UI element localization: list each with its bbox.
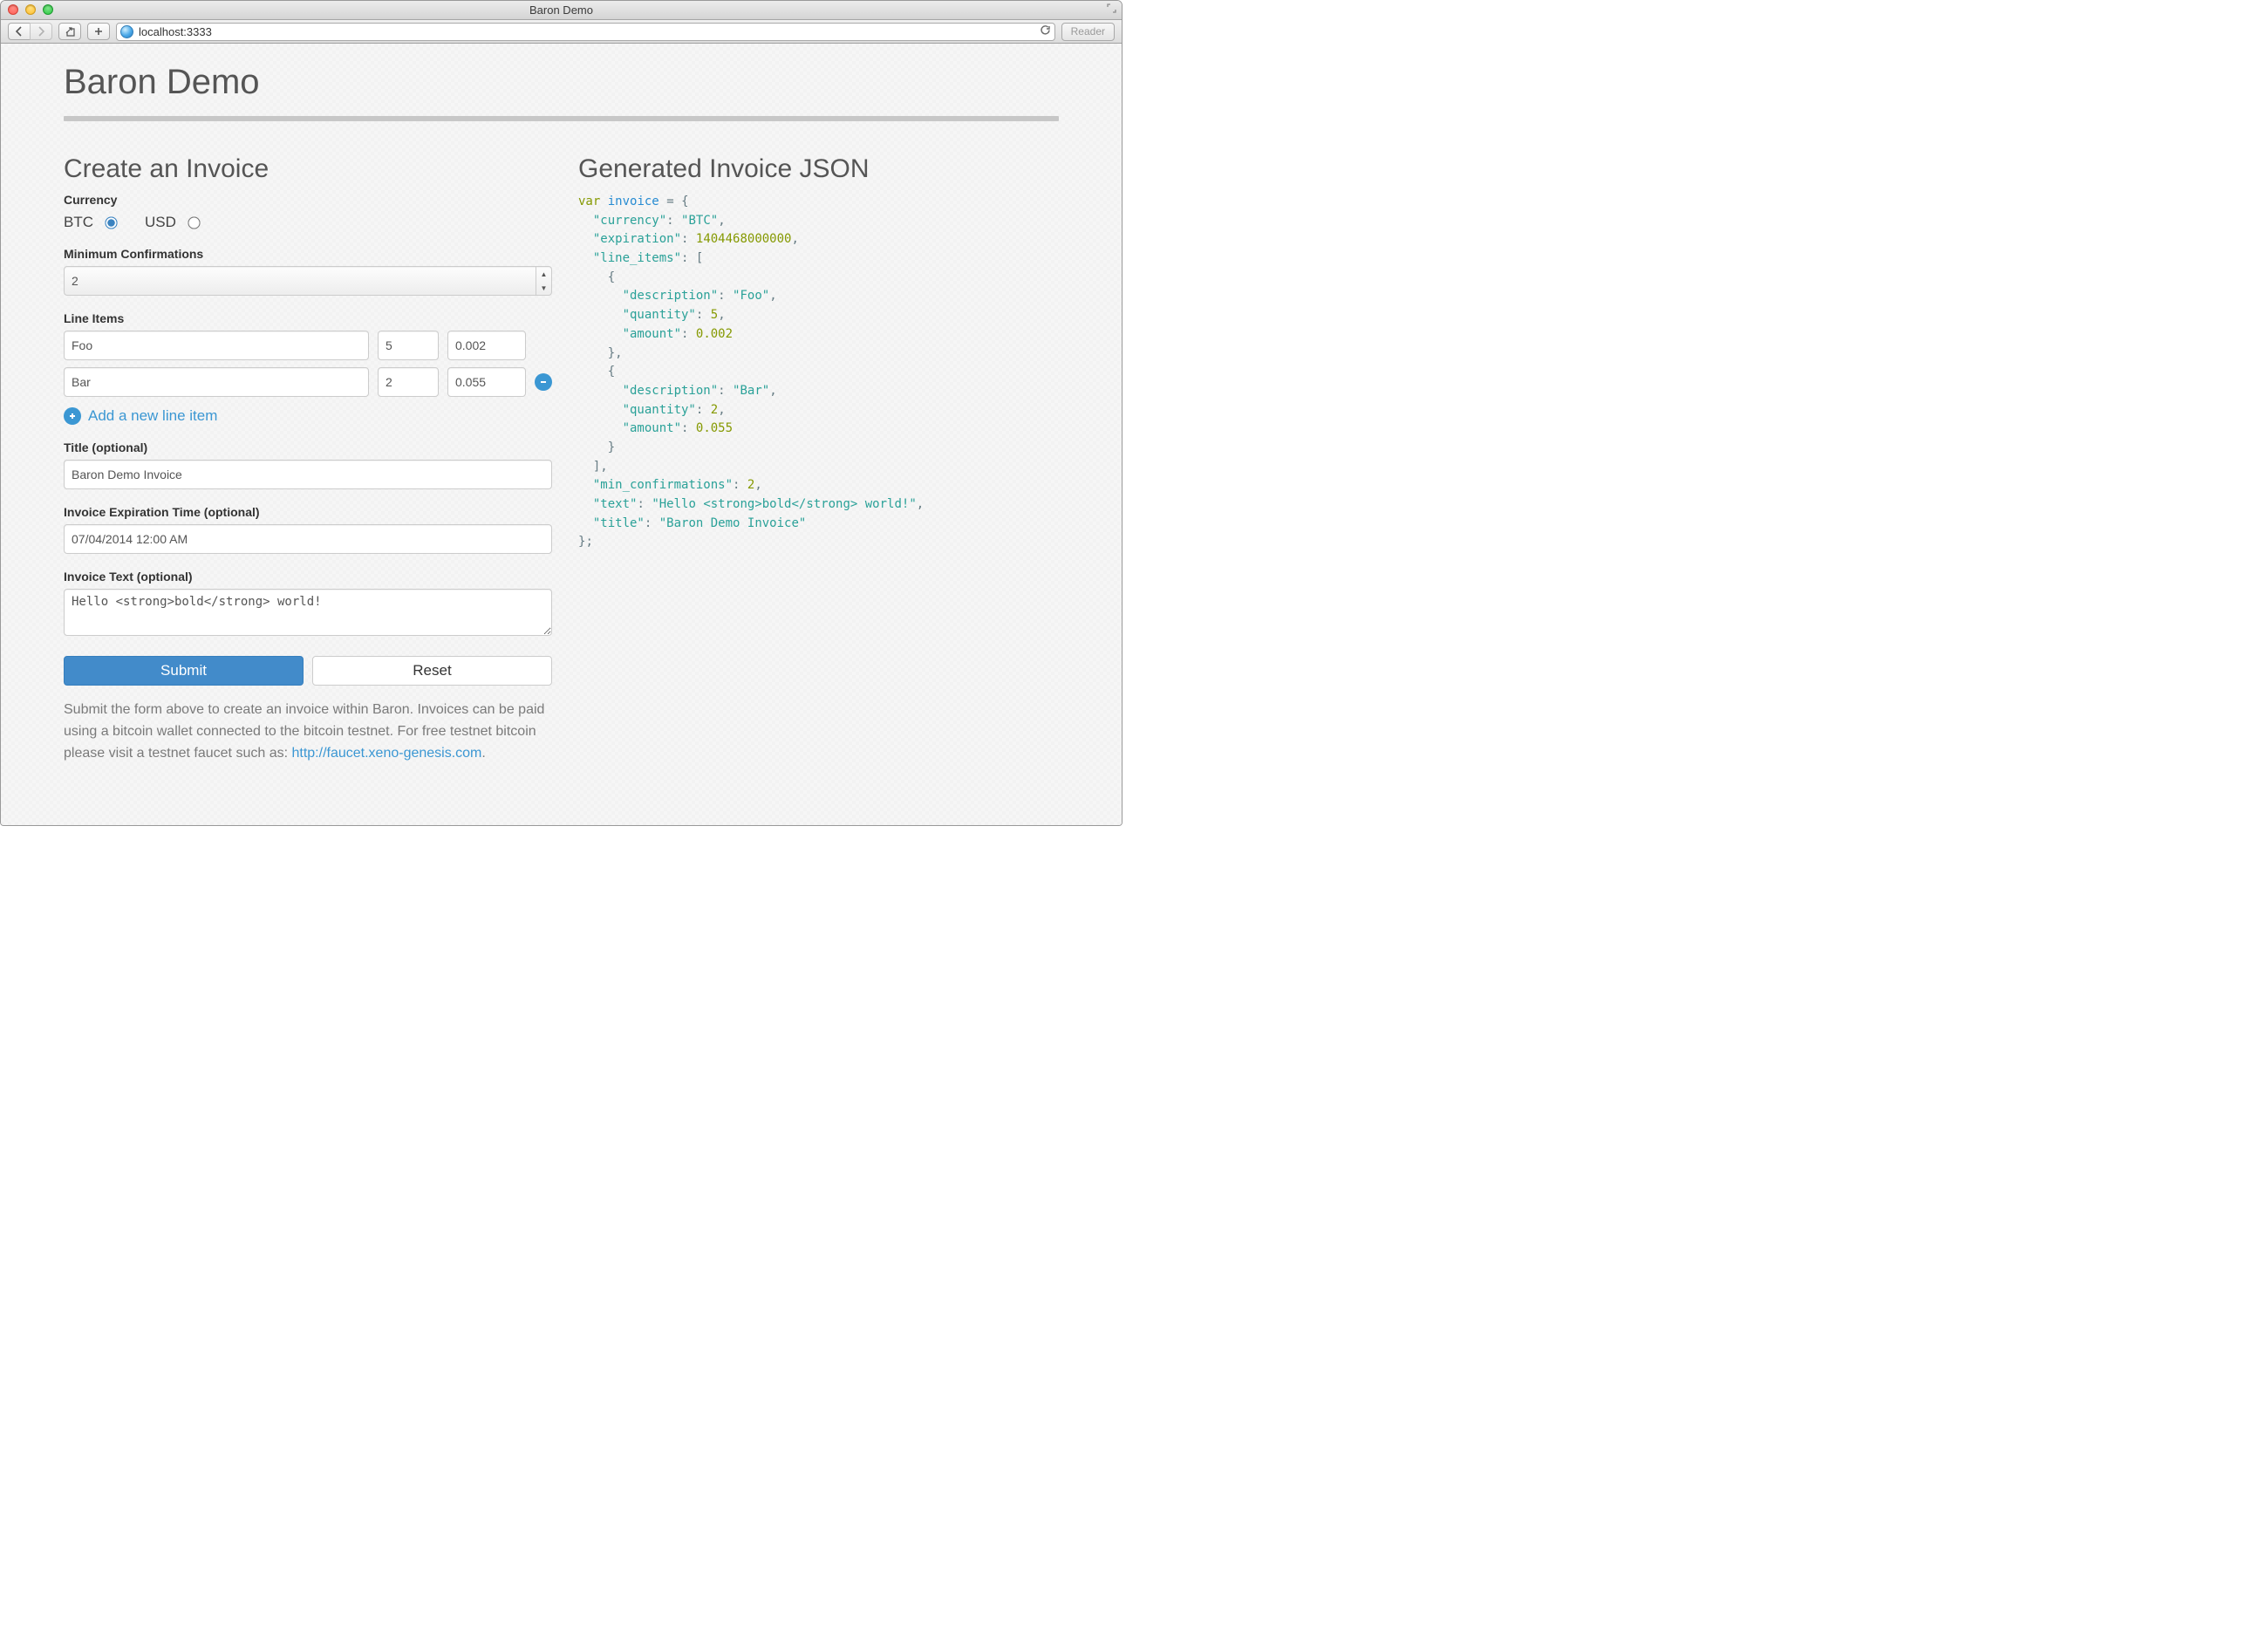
- traffic-lights: [8, 4, 53, 15]
- browser-window: Baron Demo localhost:3333 Reader: [0, 0, 1122, 826]
- select-stepper-icon: ▲▼: [536, 267, 551, 295]
- reader-button[interactable]: Reader: [1061, 23, 1115, 41]
- expand-icon[interactable]: [1107, 3, 1116, 16]
- create-invoice-panel: Create an Invoice Currency BTC USD Minim…: [64, 154, 552, 764]
- toolbar: localhost:3333 Reader: [1, 20, 1122, 44]
- plus-icon: [64, 407, 81, 425]
- add-line-item-link[interactable]: Add a new line item: [64, 407, 217, 425]
- line-item-description-input[interactable]: [64, 331, 369, 360]
- faucet-link[interactable]: http://faucet.xeno-genesis.com: [291, 746, 481, 761]
- currency-option-usd-label: USD: [145, 214, 176, 231]
- reload-button[interactable]: [1040, 24, 1051, 38]
- currency-group: Currency BTC USD: [64, 193, 552, 231]
- close-window-button[interactable]: [8, 4, 18, 15]
- json-output: var invoice = { "currency": "BTC", "expi…: [578, 193, 1059, 552]
- expiration-label: Invoice Expiration Time (optional): [64, 505, 552, 519]
- page: Baron Demo Create an Invoice Currency BT…: [1, 44, 1122, 799]
- min-confirmations-group: Minimum Confirmations 2 ▲▼: [64, 247, 552, 296]
- currency-option-btc-label: BTC: [64, 214, 93, 231]
- back-button[interactable]: [8, 23, 30, 40]
- expiration-group: Invoice Expiration Time (optional): [64, 505, 552, 554]
- help-text: Submit the form above to create an invoi…: [64, 700, 552, 764]
- min-confirmations-label: Minimum Confirmations: [64, 247, 552, 261]
- line-item-amount-input[interactable]: [447, 331, 526, 360]
- line-item-amount-input[interactable]: [447, 367, 526, 397]
- title-input[interactable]: [64, 460, 552, 489]
- nav-buttons: [8, 23, 52, 40]
- share-button[interactable]: [58, 23, 81, 40]
- expiration-input[interactable]: [64, 524, 552, 554]
- zoom-window-button[interactable]: [43, 4, 53, 15]
- divider: [64, 116, 1059, 121]
- remove-line-item-button[interactable]: [535, 373, 552, 391]
- min-confirmations-select[interactable]: 2: [64, 266, 552, 296]
- invoice-text-group: Invoice Text (optional) Hello <strong>bo…: [64, 570, 552, 640]
- reset-button[interactable]: Reset: [312, 656, 552, 686]
- line-items-group: Line Items: [64, 311, 552, 425]
- currency-radio-usd[interactable]: [188, 216, 200, 229]
- address-bar[interactable]: localhost:3333: [116, 23, 1055, 41]
- url-text: localhost:3333: [139, 25, 212, 38]
- line-items-label: Line Items: [64, 311, 552, 325]
- create-invoice-heading: Create an Invoice: [64, 154, 552, 184]
- line-item-row: [64, 331, 552, 360]
- title-bar: Baron Demo: [1, 1, 1122, 20]
- line-item-quantity-input[interactable]: [378, 367, 439, 397]
- minimize-window-button[interactable]: [25, 4, 36, 15]
- page-title: Baron Demo: [64, 63, 1059, 102]
- generated-json-panel: Generated Invoice JSON var invoice = { "…: [578, 154, 1059, 764]
- site-icon: [120, 25, 133, 38]
- line-item-row: [64, 367, 552, 397]
- viewport[interactable]: Baron Demo Create an Invoice Currency BT…: [1, 44, 1122, 825]
- forward-button[interactable]: [30, 23, 52, 40]
- add-tab-button[interactable]: [87, 23, 110, 40]
- title-group: Title (optional): [64, 440, 552, 489]
- submit-button[interactable]: Submit: [64, 656, 304, 686]
- invoice-text-textarea[interactable]: Hello <strong>bold</strong> world!: [64, 589, 552, 636]
- currency-radio-btc[interactable]: [105, 216, 117, 229]
- window-title: Baron Demo: [529, 3, 593, 17]
- title-label: Title (optional): [64, 440, 552, 454]
- generated-json-heading: Generated Invoice JSON: [578, 154, 1059, 184]
- invoice-text-label: Invoice Text (optional): [64, 570, 552, 584]
- line-item-description-input[interactable]: [64, 367, 369, 397]
- currency-label: Currency: [64, 193, 552, 207]
- line-item-quantity-input[interactable]: [378, 331, 439, 360]
- add-line-item-label: Add a new line item: [88, 407, 217, 425]
